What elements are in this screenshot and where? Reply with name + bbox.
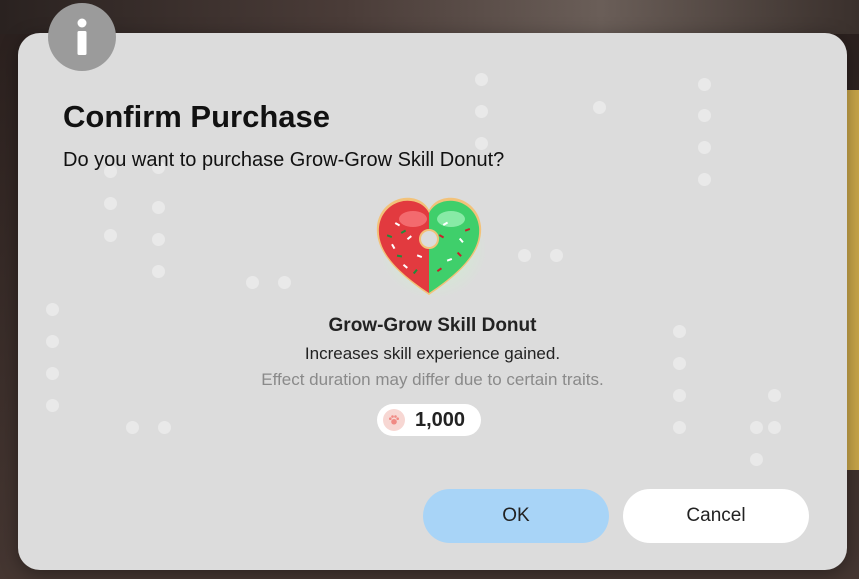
info-icon [48, 3, 116, 71]
paw-coin-icon [383, 409, 405, 431]
item-name: Grow-Grow Skill Donut [328, 315, 537, 336]
item-description: Increases skill experience gained. [304, 344, 561, 363]
purchase-question: Do you want to purchase Grow-Grow Skill … [63, 149, 505, 171]
price-value: 1,000 [415, 408, 466, 431]
dialog-title: Confirm Purchase [63, 99, 331, 134]
ok-button[interactable]: OK [423, 489, 609, 543]
cancel-button[interactable]: Cancel [623, 489, 809, 543]
background-top-panel [0, 0, 859, 34]
confirm-purchase-dialog: Confirm Purchase Do you want to purchase… [18, 33, 847, 570]
item-note: Effect duration may differ due to certai… [261, 370, 604, 389]
price-badge: 1,000 [377, 404, 481, 436]
heart-donut-icon [373, 193, 487, 305]
